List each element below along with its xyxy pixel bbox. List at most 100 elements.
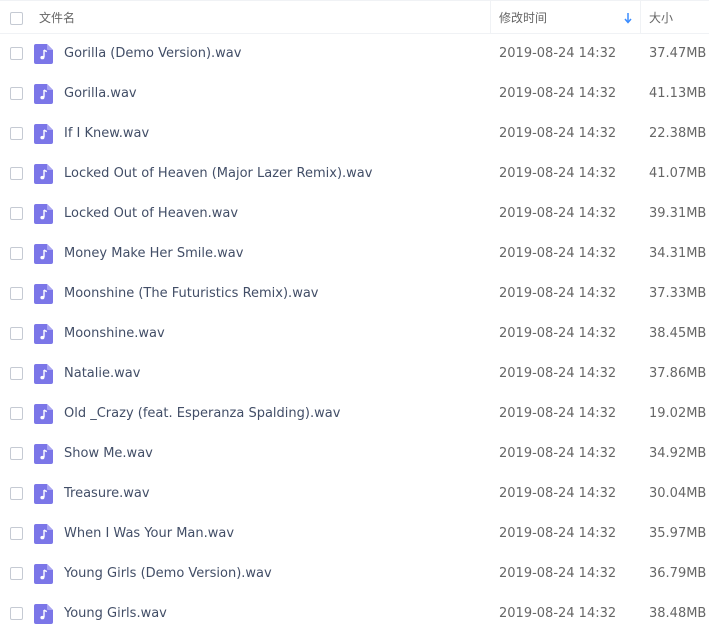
row-checkbox[interactable]: [10, 487, 23, 500]
modified-time: 2019-08-24 14:32: [499, 126, 617, 141]
file-name[interactable]: Young Girls (Demo Version).wav: [64, 565, 272, 583]
table-row[interactable]: If I Knew.wav 2019-08-24 14:32 22.38MB: [0, 114, 709, 154]
modified-time: 2019-08-24 14:32: [499, 46, 617, 61]
modified-time: 2019-08-24 14:32: [499, 606, 617, 621]
modified-time: 2019-08-24 14:32: [499, 286, 617, 301]
row-checkbox[interactable]: [10, 247, 23, 260]
column-header-modified-time[interactable]: 修改时间: [499, 10, 547, 26]
row-checkbox[interactable]: [10, 87, 23, 100]
modified-time: 2019-08-24 14:32: [499, 526, 617, 541]
modified-time: 2019-08-24 14:32: [499, 486, 617, 501]
row-checkbox[interactable]: [10, 167, 23, 180]
select-all-checkbox[interactable]: [10, 12, 23, 25]
table-row[interactable]: Young Girls (Demo Version).wav 2019-08-24…: [0, 554, 709, 594]
file-name[interactable]: Old _Crazy (feat. Esperanza Spalding).wa…: [64, 405, 340, 423]
table-row[interactable]: Money Make Her Smile.wav 2019-08-24 14:32…: [0, 234, 709, 274]
music-file-icon: [34, 404, 53, 424]
music-file-icon: [34, 364, 53, 384]
file-name[interactable]: Natalie.wav: [64, 365, 140, 383]
modified-time: 2019-08-24 14:32: [499, 166, 617, 181]
file-name[interactable]: Gorilla.wav: [64, 85, 137, 103]
music-file-icon: [34, 124, 53, 144]
table-row[interactable]: Moonshine.wav 2019-08-24 14:32 38.45MB: [0, 314, 709, 354]
music-file-icon: [34, 164, 53, 184]
file-rows: Gorilla (Demo Version).wav 2019-08-24 14:…: [0, 34, 709, 629]
modified-time: 2019-08-24 14:32: [499, 446, 617, 461]
file-size: 37.33MB: [649, 286, 707, 301]
table-row[interactable]: Treasure.wav 2019-08-24 14:32 30.04MB: [0, 474, 709, 514]
music-file-icon: [34, 484, 53, 504]
row-checkbox[interactable]: [10, 527, 23, 540]
file-size: 37.86MB: [649, 366, 707, 381]
file-name[interactable]: Moonshine (The Futuristics Remix).wav: [64, 285, 318, 303]
row-checkbox[interactable]: [10, 567, 23, 580]
file-name[interactable]: Treasure.wav: [64, 485, 150, 503]
column-divider: [640, 1, 641, 34]
file-name[interactable]: Young Girls.wav: [64, 605, 167, 623]
file-name[interactable]: Locked Out of Heaven.wav: [64, 205, 238, 223]
row-checkbox[interactable]: [10, 207, 23, 220]
table-row[interactable]: Locked Out of Heaven.wav 2019-08-24 14:32…: [0, 194, 709, 234]
column-header-name[interactable]: 文件名: [39, 10, 75, 26]
list-header: 文件名 修改时间 大小: [0, 0, 709, 34]
file-name[interactable]: Show Me.wav: [64, 445, 153, 463]
column-divider: [490, 1, 491, 34]
row-checkbox[interactable]: [10, 367, 23, 380]
column-header-size[interactable]: 大小: [649, 10, 673, 26]
file-size: 36.79MB: [649, 566, 707, 581]
row-checkbox[interactable]: [10, 47, 23, 60]
file-list: 文件名 修改时间 大小 Gorilla (Demo Version).wav 20…: [0, 0, 709, 629]
modified-time: 2019-08-24 14:32: [499, 206, 617, 221]
table-row[interactable]: When I Was Your Man.wav 2019-08-24 14:32 3…: [0, 514, 709, 554]
file-size: 38.48MB: [649, 606, 707, 621]
modified-time: 2019-08-24 14:32: [499, 86, 617, 101]
file-name[interactable]: If I Knew.wav: [64, 125, 149, 143]
file-name[interactable]: Gorilla (Demo Version).wav: [64, 45, 241, 63]
modified-time: 2019-08-24 14:32: [499, 366, 617, 381]
row-checkbox[interactable]: [10, 447, 23, 460]
file-size: 22.38MB: [649, 126, 707, 141]
file-size: 37.47MB: [649, 46, 707, 61]
music-file-icon: [34, 244, 53, 264]
table-row[interactable]: Old _Crazy (feat. Esperanza Spalding).wa…: [0, 394, 709, 434]
modified-time: 2019-08-24 14:32: [499, 406, 617, 421]
file-size: 30.04MB: [649, 486, 707, 501]
file-size: 19.02MB: [649, 406, 707, 421]
music-file-icon: [34, 524, 53, 544]
file-size: 41.13MB: [649, 86, 707, 101]
file-name[interactable]: Money Make Her Smile.wav: [64, 245, 243, 263]
row-checkbox[interactable]: [10, 327, 23, 340]
modified-time: 2019-08-24 14:32: [499, 246, 617, 261]
file-size: 38.45MB: [649, 326, 707, 341]
table-row[interactable]: Gorilla.wav 2019-08-24 14:32 41.13MB: [0, 74, 709, 114]
file-size: 35.97MB: [649, 526, 707, 541]
table-row[interactable]: Locked Out of Heaven (Major Lazer Remix)…: [0, 154, 709, 194]
music-file-icon: [34, 604, 53, 624]
table-row[interactable]: Natalie.wav 2019-08-24 14:32 37.86MB: [0, 354, 709, 394]
file-name[interactable]: Moonshine.wav: [64, 325, 165, 343]
modified-time: 2019-08-24 14:32: [499, 566, 617, 581]
music-file-icon: [34, 324, 53, 344]
row-checkbox[interactable]: [10, 607, 23, 620]
table-row[interactable]: Young Girls.wav 2019-08-24 14:32 38.48MB: [0, 594, 709, 629]
file-size: 39.31MB: [649, 206, 707, 221]
music-file-icon: [34, 204, 53, 224]
table-row[interactable]: Show Me.wav 2019-08-24 14:32 34.92MB: [0, 434, 709, 474]
music-file-icon: [34, 284, 53, 304]
row-checkbox[interactable]: [10, 127, 23, 140]
file-size: 41.07MB: [649, 166, 707, 181]
file-size: 34.92MB: [649, 446, 707, 461]
file-name[interactable]: When I Was Your Man.wav: [64, 525, 234, 543]
music-file-icon: [34, 444, 53, 464]
modified-time: 2019-08-24 14:32: [499, 326, 617, 341]
table-row[interactable]: Gorilla (Demo Version).wav 2019-08-24 14:…: [0, 34, 709, 74]
row-checkbox[interactable]: [10, 407, 23, 420]
row-checkbox[interactable]: [10, 287, 23, 300]
arrow-down-icon[interactable]: [624, 12, 632, 24]
file-size: 34.31MB: [649, 246, 707, 261]
file-name[interactable]: Locked Out of Heaven (Major Lazer Remix)…: [64, 165, 372, 183]
table-row[interactable]: Moonshine (The Futuristics Remix).wav 201…: [0, 274, 709, 314]
music-file-icon: [34, 564, 53, 584]
music-file-icon: [34, 84, 53, 104]
music-file-icon: [34, 44, 53, 64]
